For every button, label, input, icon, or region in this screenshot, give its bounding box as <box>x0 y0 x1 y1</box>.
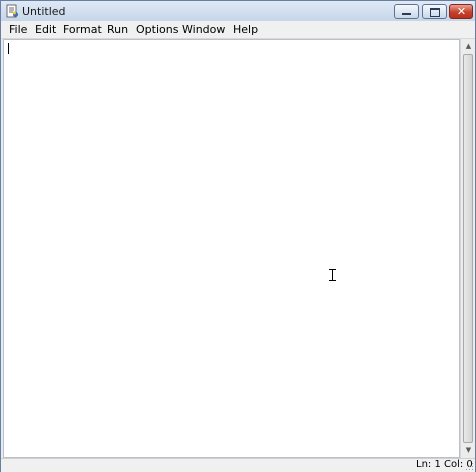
scroll-down-icon[interactable]: ▼ <box>461 443 476 458</box>
menu-file[interactable]: File <box>9 22 27 37</box>
menu-format[interactable]: Format <box>63 22 102 37</box>
menu-run[interactable]: Run <box>107 22 128 37</box>
idle-editor-window: Untitled ✕ File Edit Format Run Options … <box>0 0 476 472</box>
resize-grip-icon[interactable] <box>466 463 474 471</box>
python-file-icon <box>6 4 18 18</box>
menu-options[interactable]: Options <box>136 22 178 37</box>
text-editor-area[interactable] <box>3 39 460 458</box>
status-bar: Ln: 1 Col: 0 <box>1 458 475 472</box>
menu-edit[interactable]: Edit <box>35 22 56 37</box>
minimize-icon <box>402 13 411 15</box>
text-caret <box>8 43 9 54</box>
close-icon: ✕ <box>456 5 467 18</box>
title-bar[interactable]: Untitled ✕ <box>1 1 475 21</box>
window-title: Untitled <box>22 5 66 18</box>
scroll-up-icon[interactable]: ▲ <box>461 39 476 54</box>
maximize-button[interactable] <box>422 4 447 19</box>
menu-window[interactable]: Window <box>182 22 225 37</box>
ibeam-cursor-icon <box>329 269 336 281</box>
close-button[interactable]: ✕ <box>449 4 473 19</box>
minimize-button[interactable] <box>394 4 419 19</box>
scrollbar-thumb[interactable] <box>463 54 473 443</box>
vertical-scrollbar[interactable]: ▲ ▼ <box>460 39 475 458</box>
menu-help[interactable]: Help <box>233 22 258 37</box>
status-line-number: Ln: 1 <box>416 459 441 470</box>
menu-bar: File Edit Format Run Options Window Help <box>1 21 475 39</box>
maximize-icon <box>430 8 440 17</box>
